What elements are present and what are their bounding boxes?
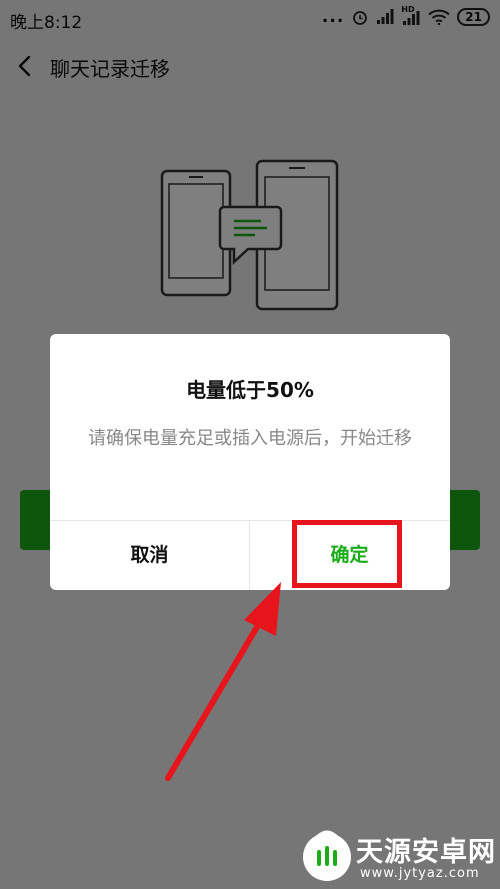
- watermark-name: 天源安卓网: [356, 837, 496, 868]
- watermark: 天源安卓网 www.jytyaz.com: [300, 826, 500, 886]
- watermark-url: www.jytyaz.com: [360, 866, 480, 881]
- red-arrow-annotation: [165, 582, 281, 781]
- watermark-logo-icon: [303, 830, 351, 881]
